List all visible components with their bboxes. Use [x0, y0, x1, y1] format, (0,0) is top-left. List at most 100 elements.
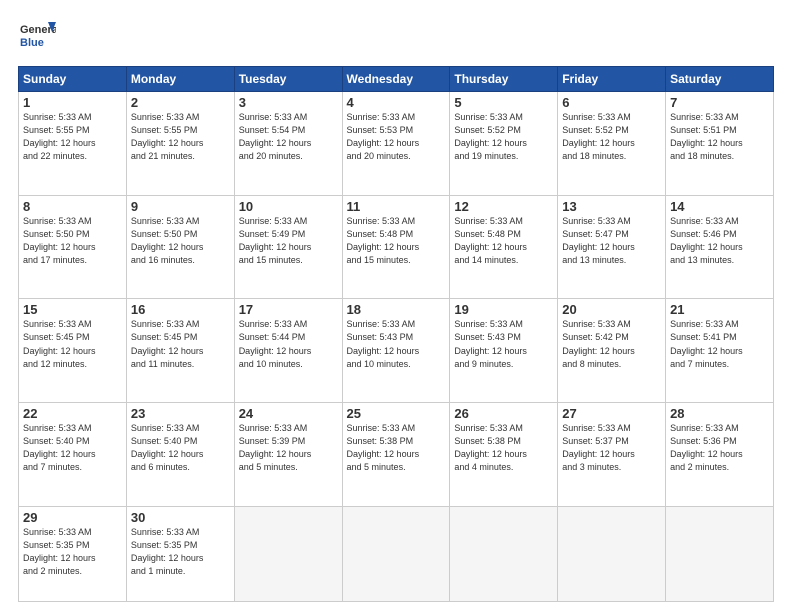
- day-number: 16: [131, 302, 230, 317]
- page: General Blue SundayMondayTuesdayWednesda…: [0, 0, 792, 612]
- day-info: Sunrise: 5:33 AM Sunset: 5:42 PM Dayligh…: [562, 318, 661, 370]
- day-number: 27: [562, 406, 661, 421]
- calendar-day-10: 10Sunrise: 5:33 AM Sunset: 5:49 PM Dayli…: [234, 195, 342, 299]
- day-number: 1: [23, 95, 122, 110]
- day-info: Sunrise: 5:33 AM Sunset: 5:41 PM Dayligh…: [670, 318, 769, 370]
- calendar-day-1: 1Sunrise: 5:33 AM Sunset: 5:55 PM Daylig…: [19, 92, 127, 196]
- day-number: 4: [347, 95, 446, 110]
- svg-text:Blue: Blue: [20, 37, 44, 49]
- day-info: Sunrise: 5:33 AM Sunset: 5:48 PM Dayligh…: [454, 215, 553, 267]
- calendar-week-5: 29Sunrise: 5:33 AM Sunset: 5:35 PM Dayli…: [19, 506, 774, 601]
- logo: General Blue: [18, 18, 56, 56]
- calendar-header-row: SundayMondayTuesdayWednesdayThursdayFrid…: [19, 67, 774, 92]
- calendar-day-28: 28Sunrise: 5:33 AM Sunset: 5:36 PM Dayli…: [666, 403, 774, 507]
- calendar-header-thursday: Thursday: [450, 67, 558, 92]
- calendar-header-saturday: Saturday: [666, 67, 774, 92]
- calendar-day-13: 13Sunrise: 5:33 AM Sunset: 5:47 PM Dayli…: [558, 195, 666, 299]
- day-number: 10: [239, 199, 338, 214]
- calendar-day-25: 25Sunrise: 5:33 AM Sunset: 5:38 PM Dayli…: [342, 403, 450, 507]
- calendar-day-12: 12Sunrise: 5:33 AM Sunset: 5:48 PM Dayli…: [450, 195, 558, 299]
- calendar-day-23: 23Sunrise: 5:33 AM Sunset: 5:40 PM Dayli…: [126, 403, 234, 507]
- day-info: Sunrise: 5:33 AM Sunset: 5:55 PM Dayligh…: [23, 111, 122, 163]
- day-number: 25: [347, 406, 446, 421]
- calendar-day-21: 21Sunrise: 5:33 AM Sunset: 5:41 PM Dayli…: [666, 299, 774, 403]
- day-number: 14: [670, 199, 769, 214]
- calendar-day-24: 24Sunrise: 5:33 AM Sunset: 5:39 PM Dayli…: [234, 403, 342, 507]
- day-info: Sunrise: 5:33 AM Sunset: 5:44 PM Dayligh…: [239, 318, 338, 370]
- day-info: Sunrise: 5:33 AM Sunset: 5:50 PM Dayligh…: [131, 215, 230, 267]
- day-info: Sunrise: 5:33 AM Sunset: 5:51 PM Dayligh…: [670, 111, 769, 163]
- calendar-day-2: 2Sunrise: 5:33 AM Sunset: 5:55 PM Daylig…: [126, 92, 234, 196]
- day-info: Sunrise: 5:33 AM Sunset: 5:46 PM Dayligh…: [670, 215, 769, 267]
- calendar-day-empty: [234, 506, 342, 601]
- day-info: Sunrise: 5:33 AM Sunset: 5:48 PM Dayligh…: [347, 215, 446, 267]
- day-number: 2: [131, 95, 230, 110]
- calendar-header-sunday: Sunday: [19, 67, 127, 92]
- calendar-week-1: 1Sunrise: 5:33 AM Sunset: 5:55 PM Daylig…: [19, 92, 774, 196]
- calendar-day-22: 22Sunrise: 5:33 AM Sunset: 5:40 PM Dayli…: [19, 403, 127, 507]
- calendar-day-19: 19Sunrise: 5:33 AM Sunset: 5:43 PM Dayli…: [450, 299, 558, 403]
- calendar-header-friday: Friday: [558, 67, 666, 92]
- day-number: 17: [239, 302, 338, 317]
- calendar-header-wednesday: Wednesday: [342, 67, 450, 92]
- calendar-day-empty: [666, 506, 774, 601]
- day-number: 22: [23, 406, 122, 421]
- calendar-day-7: 7Sunrise: 5:33 AM Sunset: 5:51 PM Daylig…: [666, 92, 774, 196]
- day-info: Sunrise: 5:33 AM Sunset: 5:40 PM Dayligh…: [23, 422, 122, 474]
- day-number: 9: [131, 199, 230, 214]
- day-info: Sunrise: 5:33 AM Sunset: 5:39 PM Dayligh…: [239, 422, 338, 474]
- day-number: 29: [23, 510, 122, 525]
- logo-container: General Blue: [18, 18, 56, 56]
- day-number: 15: [23, 302, 122, 317]
- day-info: Sunrise: 5:33 AM Sunset: 5:45 PM Dayligh…: [131, 318, 230, 370]
- calendar-header-tuesday: Tuesday: [234, 67, 342, 92]
- calendar-day-11: 11Sunrise: 5:33 AM Sunset: 5:48 PM Dayli…: [342, 195, 450, 299]
- day-number: 30: [131, 510, 230, 525]
- day-number: 5: [454, 95, 553, 110]
- day-info: Sunrise: 5:33 AM Sunset: 5:43 PM Dayligh…: [347, 318, 446, 370]
- day-info: Sunrise: 5:33 AM Sunset: 5:35 PM Dayligh…: [131, 526, 230, 578]
- calendar-day-9: 9Sunrise: 5:33 AM Sunset: 5:50 PM Daylig…: [126, 195, 234, 299]
- day-info: Sunrise: 5:33 AM Sunset: 5:53 PM Dayligh…: [347, 111, 446, 163]
- day-info: Sunrise: 5:33 AM Sunset: 5:37 PM Dayligh…: [562, 422, 661, 474]
- calendar-header-monday: Monday: [126, 67, 234, 92]
- day-number: 19: [454, 302, 553, 317]
- day-info: Sunrise: 5:33 AM Sunset: 5:45 PM Dayligh…: [23, 318, 122, 370]
- calendar-day-8: 8Sunrise: 5:33 AM Sunset: 5:50 PM Daylig…: [19, 195, 127, 299]
- day-info: Sunrise: 5:33 AM Sunset: 5:38 PM Dayligh…: [347, 422, 446, 474]
- day-number: 24: [239, 406, 338, 421]
- day-info: Sunrise: 5:33 AM Sunset: 5:52 PM Dayligh…: [562, 111, 661, 163]
- day-info: Sunrise: 5:33 AM Sunset: 5:52 PM Dayligh…: [454, 111, 553, 163]
- calendar-day-empty: [450, 506, 558, 601]
- day-number: 6: [562, 95, 661, 110]
- day-number: 28: [670, 406, 769, 421]
- day-info: Sunrise: 5:33 AM Sunset: 5:50 PM Dayligh…: [23, 215, 122, 267]
- calendar-week-4: 22Sunrise: 5:33 AM Sunset: 5:40 PM Dayli…: [19, 403, 774, 507]
- calendar-day-3: 3Sunrise: 5:33 AM Sunset: 5:54 PM Daylig…: [234, 92, 342, 196]
- day-info: Sunrise: 5:33 AM Sunset: 5:43 PM Dayligh…: [454, 318, 553, 370]
- calendar-day-29: 29Sunrise: 5:33 AM Sunset: 5:35 PM Dayli…: [19, 506, 127, 601]
- day-info: Sunrise: 5:33 AM Sunset: 5:38 PM Dayligh…: [454, 422, 553, 474]
- day-info: Sunrise: 5:33 AM Sunset: 5:35 PM Dayligh…: [23, 526, 122, 578]
- day-number: 21: [670, 302, 769, 317]
- day-number: 7: [670, 95, 769, 110]
- calendar-day-26: 26Sunrise: 5:33 AM Sunset: 5:38 PM Dayli…: [450, 403, 558, 507]
- day-number: 23: [131, 406, 230, 421]
- calendar-day-empty: [558, 506, 666, 601]
- calendar-week-2: 8Sunrise: 5:33 AM Sunset: 5:50 PM Daylig…: [19, 195, 774, 299]
- calendar-day-15: 15Sunrise: 5:33 AM Sunset: 5:45 PM Dayli…: [19, 299, 127, 403]
- calendar-day-27: 27Sunrise: 5:33 AM Sunset: 5:37 PM Dayli…: [558, 403, 666, 507]
- day-info: Sunrise: 5:33 AM Sunset: 5:47 PM Dayligh…: [562, 215, 661, 267]
- calendar-week-3: 15Sunrise: 5:33 AM Sunset: 5:45 PM Dayli…: [19, 299, 774, 403]
- day-number: 12: [454, 199, 553, 214]
- day-number: 11: [347, 199, 446, 214]
- day-info: Sunrise: 5:33 AM Sunset: 5:49 PM Dayligh…: [239, 215, 338, 267]
- day-number: 13: [562, 199, 661, 214]
- day-info: Sunrise: 5:33 AM Sunset: 5:55 PM Dayligh…: [131, 111, 230, 163]
- header: General Blue: [18, 18, 774, 56]
- day-number: 3: [239, 95, 338, 110]
- generalblue-logo-icon: General Blue: [18, 18, 56, 56]
- day-number: 20: [562, 302, 661, 317]
- day-number: 8: [23, 199, 122, 214]
- calendar-day-20: 20Sunrise: 5:33 AM Sunset: 5:42 PM Dayli…: [558, 299, 666, 403]
